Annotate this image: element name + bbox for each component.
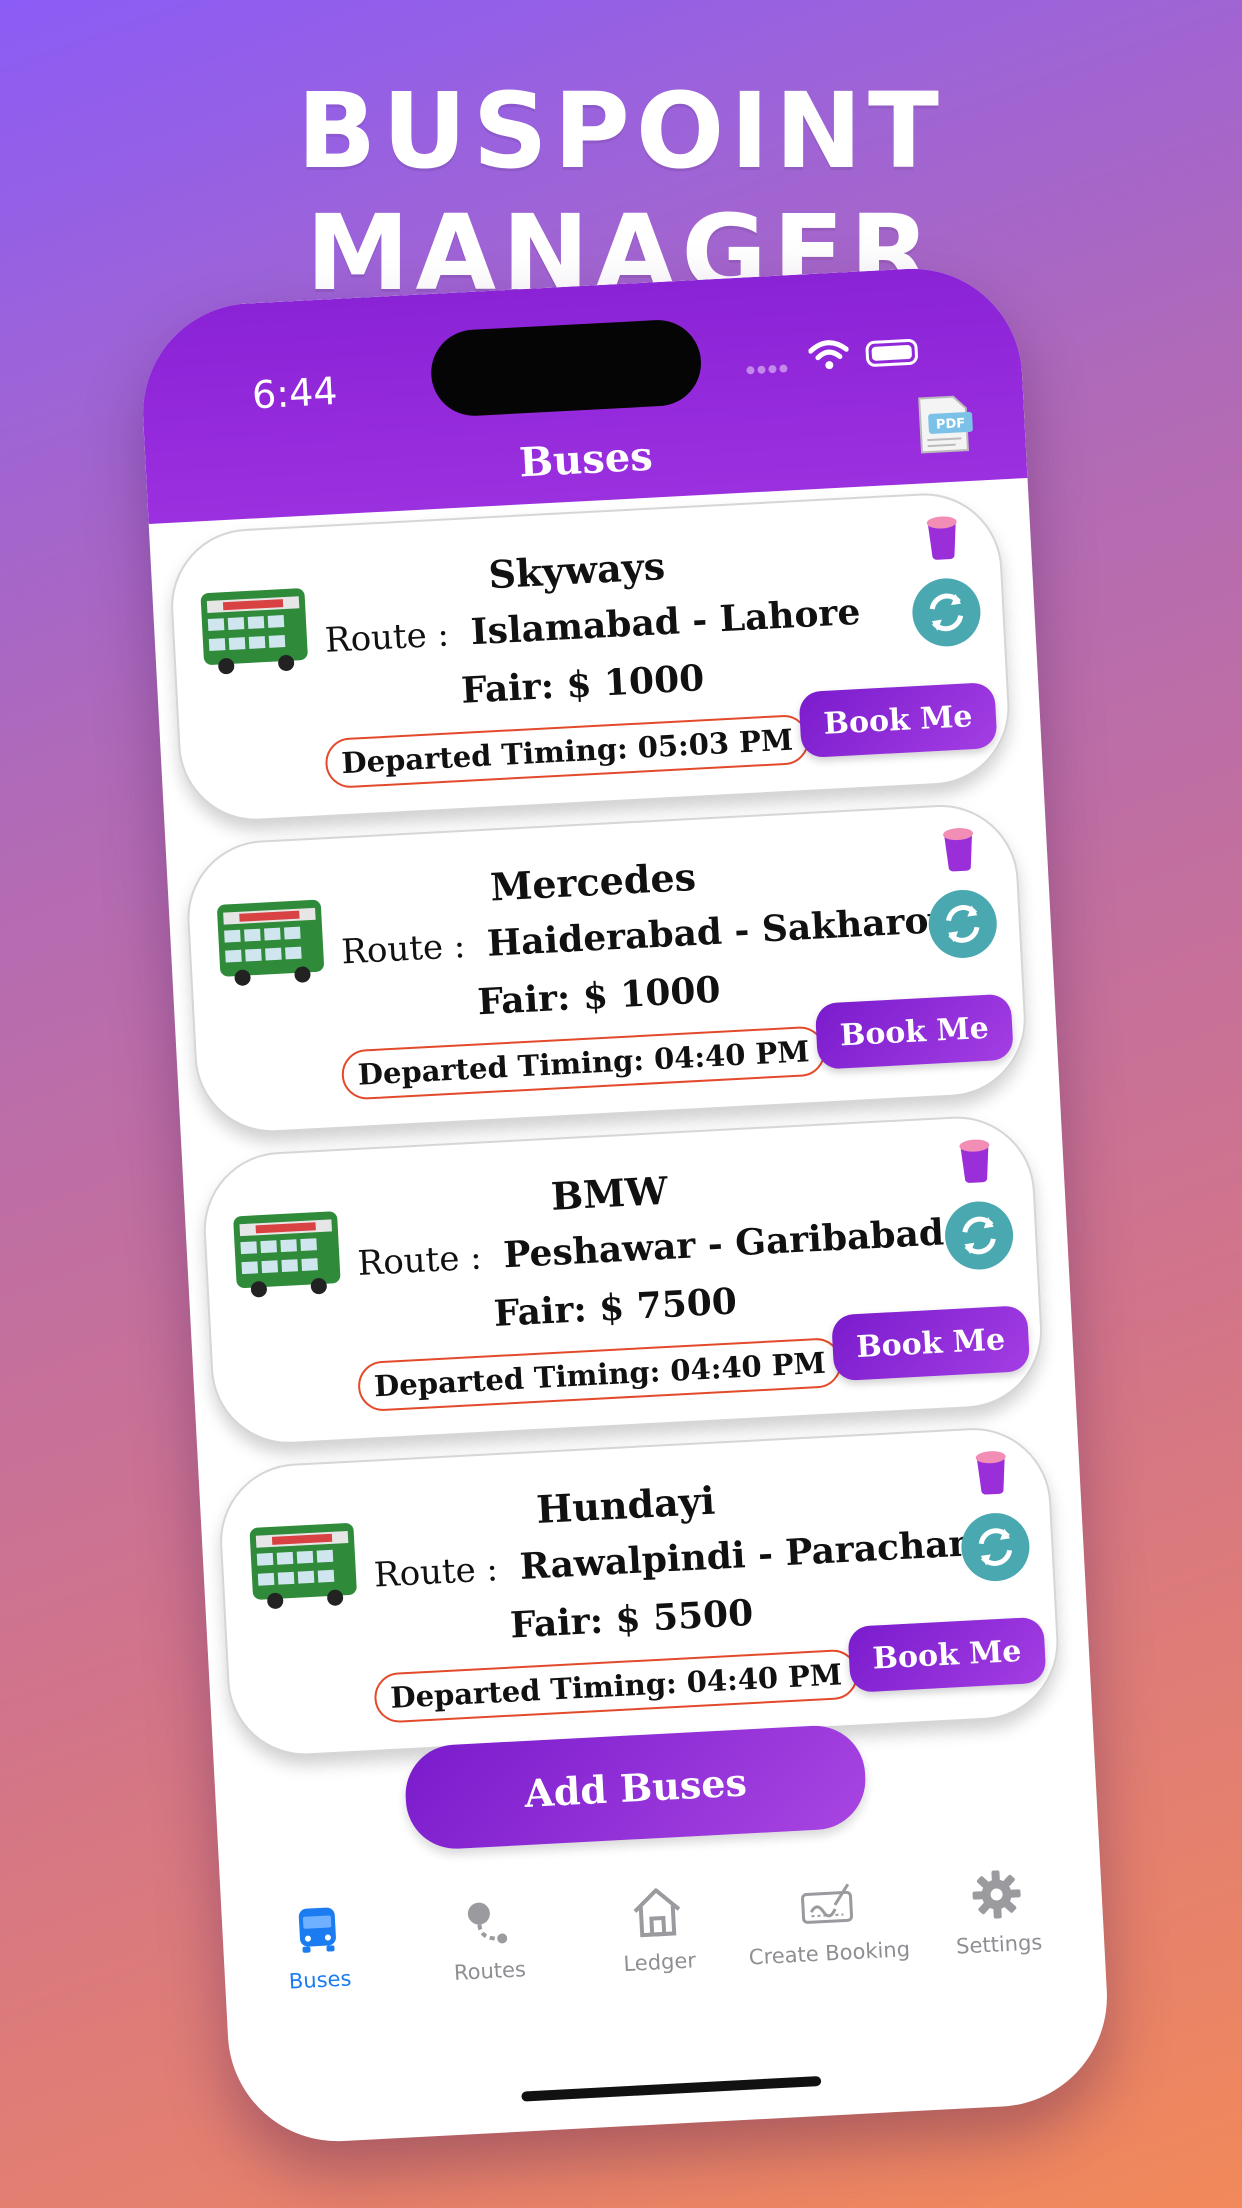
signature-icon [801, 1883, 854, 1924]
departure-badge: Departed Timing: 04:40 PM [340, 1025, 827, 1101]
app-header: 6:44 Buses PDF [137, 263, 1028, 524]
pdf-label: PDF [936, 416, 966, 433]
book-me-button[interactable]: Book Me [847, 1616, 1047, 1693]
gear-icon [972, 1870, 1021, 1919]
tab-routes[interactable]: Routes [401, 1889, 575, 1988]
refresh-icon[interactable] [910, 576, 983, 649]
trash-icon[interactable] [921, 511, 963, 561]
route-value: Rawalpindi - Parachana [518, 1520, 999, 1588]
tab-label: Create Booking [748, 1937, 911, 1970]
book-me-button[interactable]: Book Me [798, 681, 998, 759]
cellular-signal-icon [746, 357, 791, 378]
tab-label: Buses [288, 1966, 352, 1994]
tab-bar: Buses Routes Ledger Create Booking Setti… [221, 1861, 1108, 2067]
fare-text: Fair: $ 1000 [476, 968, 722, 1024]
tab-label: Settings [955, 1930, 1043, 1959]
route-label: Route : [340, 926, 467, 973]
route-value: Peshawar - Garibabad [502, 1211, 945, 1277]
trash-icon[interactable] [954, 1135, 996, 1185]
routes-icon [467, 1902, 508, 1944]
trash-icon[interactable] [970, 1446, 1012, 1496]
route-label: Route : [324, 614, 450, 661]
bus-name: BMW [549, 1167, 669, 1219]
route-value: Islamabad - Lahore [469, 590, 862, 654]
tab-label: Ledger [622, 1948, 697, 1977]
bus-icon [298, 1907, 336, 1953]
page-title: Buses [518, 432, 654, 487]
tab-ledger[interactable]: Ledger [571, 1880, 745, 1979]
departure-badge: Departed Timing: 04:40 PM [356, 1336, 843, 1413]
fare-text: Fair: $ 5500 [509, 1591, 755, 1647]
book-me-button[interactable]: Book Me [831, 1305, 1031, 1382]
wifi-icon [808, 340, 850, 370]
trash-icon[interactable] [938, 823, 980, 873]
bus-card[interactable]: Skyways Route : Islamabad - Lahore Fair: … [167, 489, 1014, 825]
tab-settings[interactable]: Settings [910, 1862, 1084, 1961]
dynamic-island [429, 317, 704, 418]
refresh-icon[interactable] [943, 1199, 1015, 1272]
home-indicator [521, 2075, 822, 2102]
route-value: Haiderabad - Sakharov [486, 898, 951, 965]
bus-card[interactable]: Mercedes Route : Haiderabad - Sakharov Fa… [183, 801, 1030, 1137]
battery-icon [865, 338, 919, 368]
bus-card[interactable]: Hundayi Route : Rawalpindi - Parachana Fa… [216, 1424, 1063, 1760]
bus-card[interactable]: BMW Route : Peshawar - Garibabad Fair: $ … [199, 1112, 1047, 1448]
tab-create-booking[interactable]: Create Booking [740, 1871, 914, 1970]
bus-list: Skyways Route : Islamabad - Lahore Fair: … [167, 489, 1075, 1779]
route-label: Route : [373, 1549, 499, 1596]
fare-text: Fair: $ 1000 [460, 657, 706, 712]
phone-screen: 6:44 Buses PDF Skyways Route: Islamabad… [137, 263, 1113, 2147]
departure-badge: Departed Timing: 05:03 PM [324, 713, 811, 790]
bus-name: Hundayi [535, 1477, 717, 1533]
book-me-button[interactable]: Book Me [814, 993, 1014, 1070]
refresh-icon[interactable] [959, 1511, 1032, 1583]
refresh-icon[interactable] [927, 888, 999, 960]
bus-image [249, 1523, 357, 1609]
home-icon [633, 1888, 681, 1938]
tab-label: Routes [453, 1957, 527, 1985]
bus-name: Skyways [487, 543, 667, 598]
bus-image [217, 899, 324, 986]
bus-image [233, 1211, 341, 1298]
departure-badge: Departed Timing: 04:40 PM [373, 1648, 860, 1724]
bus-name: Mercedes [489, 853, 697, 910]
tab-buses[interactable]: Buses [231, 1898, 405, 1997]
pdf-export-icon[interactable]: PDF [913, 394, 976, 455]
status-time: 6:44 [250, 368, 339, 418]
bus-image [200, 588, 308, 675]
route-label: Route : [356, 1237, 483, 1285]
fare-text: Fair: $ 7500 [492, 1280, 738, 1335]
promo-headline: BUSPOINT MANAGER [297, 70, 945, 314]
